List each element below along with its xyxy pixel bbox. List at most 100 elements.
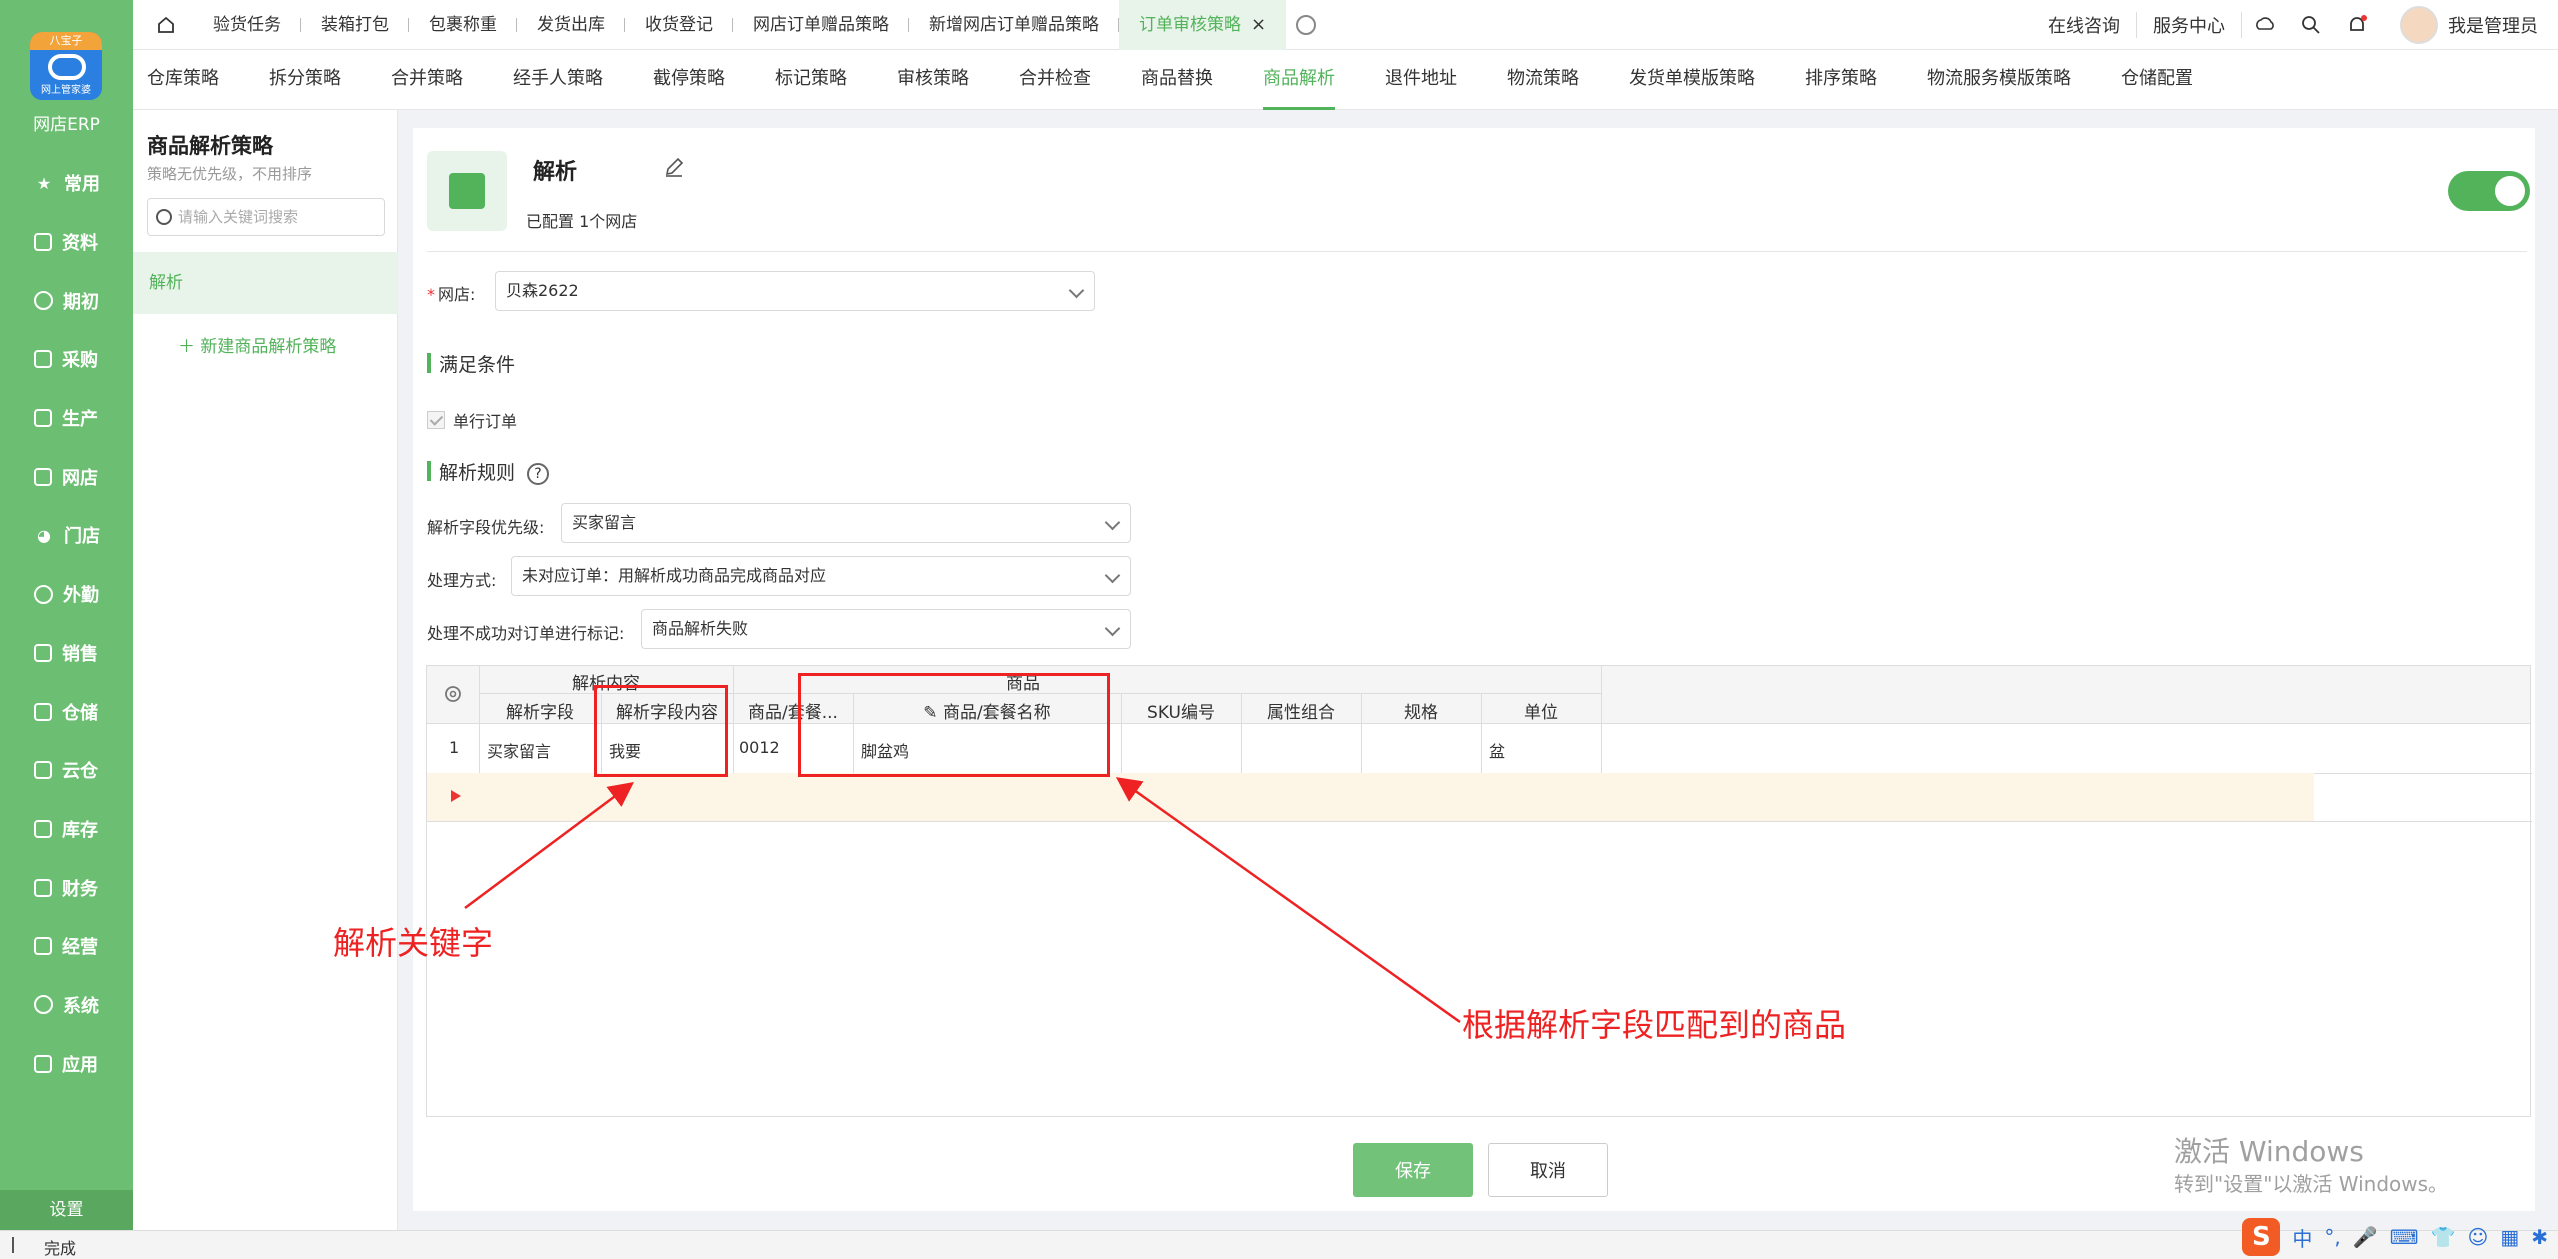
nav-item-store[interactable]: 网店 [0, 447, 133, 506]
priority-select[interactable]: 买家留言 [561, 503, 1131, 543]
bell-icon[interactable] [2346, 14, 2368, 36]
strategy-mark[interactable]: 标记策略 [775, 50, 872, 110]
annotation-matched-product: 根据解析字段匹配到的商品 [1462, 1006, 1847, 1044]
strategy-intercept[interactable]: 截停策略 [653, 50, 750, 110]
target-icon [34, 291, 53, 311]
strategy-return-address[interactable]: 退件地址 [1385, 50, 1482, 110]
settings-icon[interactable]: ✱ [2531, 1225, 2548, 1249]
search-input[interactable] [178, 208, 378, 226]
home-icon[interactable] [157, 16, 175, 34]
method-select[interactable]: 未对应订单：用解析成功商品完成商品对应 [511, 556, 1131, 596]
assistant-icon[interactable]: ☺ [2467, 1225, 2488, 1249]
gear-icon[interactable] [1296, 15, 1317, 35]
sales-icon [34, 643, 52, 662]
avatar[interactable] [2400, 6, 2438, 44]
pie-icon: ◕ [37, 525, 51, 545]
plus-icon: ＋ [178, 337, 201, 357]
strategy-logistics-template[interactable]: 物流服务模版策略 [1927, 50, 2096, 110]
punctuation-icon[interactable]: °, [2324, 1225, 2340, 1249]
nav-item-cloud[interactable]: 云仓 [0, 741, 133, 800]
strategy-shipping-template[interactable]: 发货单模版策略 [1629, 50, 1780, 110]
cancel-button[interactable]: 取消 [1488, 1143, 1608, 1197]
enable-toggle[interactable] [2448, 171, 2530, 211]
strategy-warehouse[interactable]: 仓库策略 [147, 50, 244, 110]
strategy-handler[interactable]: 经手人策略 [513, 50, 628, 110]
tab-order-review-label: 订单审核策略 [1139, 15, 1241, 35]
inventory-icon [34, 819, 52, 838]
nav-item-warehouse[interactable]: 仓储 [0, 682, 133, 741]
sogou-icon[interactable]: S [2242, 1218, 2281, 1256]
settings-button[interactable]: 设置 [0, 1190, 133, 1230]
cell-product-code[interactable]: 0012 [739, 738, 780, 757]
search-icon[interactable] [2300, 14, 2322, 36]
nav-item-field[interactable]: 外勤 [0, 565, 133, 624]
nav-item-common[interactable]: ★ 常用 [0, 154, 133, 213]
strategy-review[interactable]: 审核策略 [897, 50, 994, 110]
status-text: 完成 [44, 1239, 77, 1258]
strategy-replace[interactable]: 商品替换 [1141, 50, 1238, 110]
single-order-checkbox[interactable]: 单行订单 [427, 408, 517, 432]
user-name[interactable]: 我是管理员 [2448, 12, 2538, 38]
keyboard-icon[interactable]: ⌨ [2390, 1225, 2419, 1249]
col-unit[interactable]: 单位 [1481, 698, 1601, 723]
star-icon: ★ [36, 173, 52, 193]
fail-mark-select[interactable]: 商品解析失败 [641, 609, 1131, 649]
tab-inspection[interactable]: 验货任务 [193, 0, 301, 50]
shop-select[interactable]: 贝森2622 [495, 271, 1095, 311]
tab-new-gift-strategy[interactable]: 新增网店订单赠品策略 [909, 0, 1119, 50]
windows-watermark-hint: 转到"设置"以激活 Windows。 [2174, 1172, 2449, 1196]
configured-count: 已配置 1个网店 [526, 212, 638, 231]
tab-shipping[interactable]: 发货出库 [517, 0, 625, 50]
nav-item-system[interactable]: 系统 [0, 976, 133, 1035]
chevron-down-icon [1104, 567, 1121, 584]
tab-weighing[interactable]: 包裹称重 [409, 0, 517, 50]
cell-unit[interactable]: 盆 [1489, 738, 1505, 762]
nav-item-production[interactable]: 生产 [0, 389, 133, 448]
save-button[interactable]: 保存 [1353, 1143, 1473, 1197]
nav-item-data[interactable]: 资料 [0, 213, 133, 272]
tab-order-review[interactable]: 订单审核策略 × [1119, 0, 1287, 50]
top-right-tools: 在线咨询 服务中心 我是管理员 [2032, 0, 2558, 50]
annotation-box-product [798, 673, 1110, 777]
nav-item-purchase[interactable]: 采购 [0, 330, 133, 389]
nav-item-apps[interactable]: 应用 [0, 1034, 133, 1093]
tab-receiving[interactable]: 收货登记 [625, 0, 733, 50]
new-row[interactable] [427, 773, 2314, 821]
col-parse-field[interactable]: 解析字段 [479, 698, 601, 723]
new-strategy-button[interactable]: ＋ 新建商品解析策略 [178, 332, 336, 357]
tab-gift-strategy[interactable]: 网店订单赠品策略 [733, 0, 909, 50]
nav-item-business[interactable]: 经营 [0, 917, 133, 976]
strategy-sort[interactable]: 排序策略 [1805, 50, 1902, 110]
strategy-merge-check[interactable]: 合并检查 [1019, 50, 1116, 110]
open-tabs: 验货任务 装箱打包 包裹称重 发货出库 收货登记 网店订单赠品策略 新增网店订单… [193, 0, 1317, 50]
nav-item-inventory[interactable]: 库存 [0, 800, 133, 859]
strategy-logistics[interactable]: 物流策略 [1507, 50, 1604, 110]
tab-packing[interactable]: 装箱打包 [301, 0, 409, 50]
nav-item-shop[interactable]: ◕ 门店 [0, 506, 133, 565]
gear-icon[interactable] [442, 683, 464, 705]
condition-section-title: 满足条件 [427, 350, 515, 377]
nav-item-finance[interactable]: 财务 [0, 858, 133, 917]
edit-icon[interactable] [663, 156, 685, 178]
strategy-split[interactable]: 拆分策略 [269, 50, 366, 110]
col-attributes[interactable]: 属性组合 [1241, 698, 1361, 723]
list-item-parse[interactable]: 解析 [133, 252, 398, 314]
help-icon[interactable]: ? [527, 462, 550, 485]
close-icon[interactable]: × [1251, 14, 1266, 35]
col-spec[interactable]: 规格 [1361, 698, 1481, 723]
strategy-storage-config[interactable]: 仓储配置 [2121, 50, 2218, 110]
logo-label: 网上管家婆 [41, 85, 91, 96]
service-center-link[interactable]: 服务中心 [2137, 12, 2242, 38]
nav-item-opening[interactable]: 期初 [0, 271, 133, 330]
skin-icon[interactable]: 👕 [2431, 1225, 2456, 1249]
col-sku[interactable]: SKU编号 [1121, 698, 1241, 723]
online-consult-link[interactable]: 在线咨询 [2032, 12, 2137, 38]
cloud-download-icon[interactable] [2254, 14, 2276, 36]
microphone-icon[interactable]: 🎤 [2353, 1225, 2378, 1249]
cell-parse-field[interactable]: 买家留言 [487, 738, 551, 762]
ime-indicator[interactable]: 中 [2292, 1223, 2312, 1252]
strategy-merge[interactable]: 合并策略 [391, 50, 488, 110]
nav-item-sales[interactable]: 销售 [0, 624, 133, 683]
grid-icon[interactable]: ▦ [2500, 1225, 2519, 1249]
strategy-parse[interactable]: 商品解析 [1263, 50, 1360, 110]
